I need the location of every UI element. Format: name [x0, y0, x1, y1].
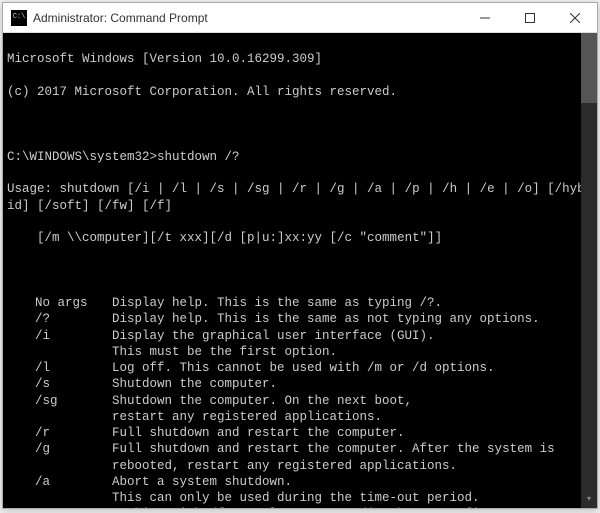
option-row: /lLog off. This cannot be used with /m o… — [7, 360, 593, 376]
banner-line: (c) 2017 Microsoft Corporation. All righ… — [7, 84, 593, 100]
command-prompt-window: Administrator: Command Prompt Microsoft … — [2, 2, 598, 509]
usage-line: Usage: shutdown [/i | /l | /s | /sg | /r… — [7, 181, 593, 214]
option-row: /sgShutdown the computer. On the next bo… — [7, 393, 593, 426]
close-icon — [570, 13, 580, 23]
option-flag: /i — [7, 328, 112, 361]
scrollbar-thumb[interactable] — [581, 33, 597, 103]
option-desc: Display help. This is the same as not ty… — [112, 311, 593, 327]
blank-line — [7, 263, 593, 279]
option-flag: /g — [7, 441, 112, 474]
prompt-path: C:\WINDOWS\system32> — [7, 150, 157, 164]
option-flag: /l — [7, 360, 112, 376]
option-desc: Display the graphical user interface (GU… — [112, 328, 593, 361]
option-desc: Log off. This cannot be used with /m or … — [112, 360, 593, 376]
option-flag: No args — [7, 295, 112, 311]
blank-line — [7, 116, 593, 132]
option-desc: Full shutdown and restart the computer. — [112, 425, 593, 441]
option-desc: Abort a system shutdown.This can only be… — [112, 474, 593, 508]
option-row: /sShutdown the computer. — [7, 376, 593, 392]
option-flag: /s — [7, 376, 112, 392]
banner-line: Microsoft Windows [Version 10.0.16299.30… — [7, 51, 593, 67]
option-row: No argsDisplay help. This is the same as… — [7, 295, 593, 311]
option-desc: Shutdown the computer. On the next boot,… — [112, 393, 593, 426]
minimize-button[interactable] — [462, 3, 507, 32]
option-row: /iDisplay the graphical user interface (… — [7, 328, 593, 361]
scroll-down-arrow[interactable]: ▾ — [581, 492, 597, 508]
titlebar[interactable]: Administrator: Command Prompt — [3, 3, 597, 33]
window-controls — [462, 3, 597, 32]
option-flag: /sg — [7, 393, 112, 426]
option-flag: /? — [7, 311, 112, 327]
maximize-button[interactable] — [507, 3, 552, 32]
usage-line-2: [/m \\computer][/t xxx][/d [p|u:]xx:yy [… — [7, 230, 593, 246]
prompt-line: C:\WINDOWS\system32>shutdown /? — [7, 149, 593, 165]
option-desc: Shutdown the computer. — [112, 376, 593, 392]
option-row: /gFull shutdown and restart the computer… — [7, 441, 593, 474]
option-flag: /a — [7, 474, 112, 508]
option-flag: /r — [7, 425, 112, 441]
console-area[interactable]: Microsoft Windows [Version 10.0.16299.30… — [3, 33, 597, 508]
option-desc: Display help. This is the same as typing… — [112, 295, 593, 311]
option-row: /?Display help. This is the same as not … — [7, 311, 593, 327]
option-desc: Full shutdown and restart the computer. … — [112, 441, 593, 474]
cmd-icon — [11, 10, 27, 26]
option-row: /aAbort a system shutdown.This can only … — [7, 474, 593, 508]
options-table: No argsDisplay help. This is the same as… — [7, 295, 593, 508]
option-row: /rFull shutdown and restart the computer… — [7, 425, 593, 441]
window-title: Administrator: Command Prompt — [33, 11, 462, 25]
typed-command: shutdown /? — [157, 150, 240, 164]
maximize-icon — [525, 13, 535, 23]
vertical-scrollbar[interactable]: ▾ — [581, 33, 597, 508]
close-button[interactable] — [552, 3, 597, 32]
minimize-icon — [480, 13, 490, 23]
